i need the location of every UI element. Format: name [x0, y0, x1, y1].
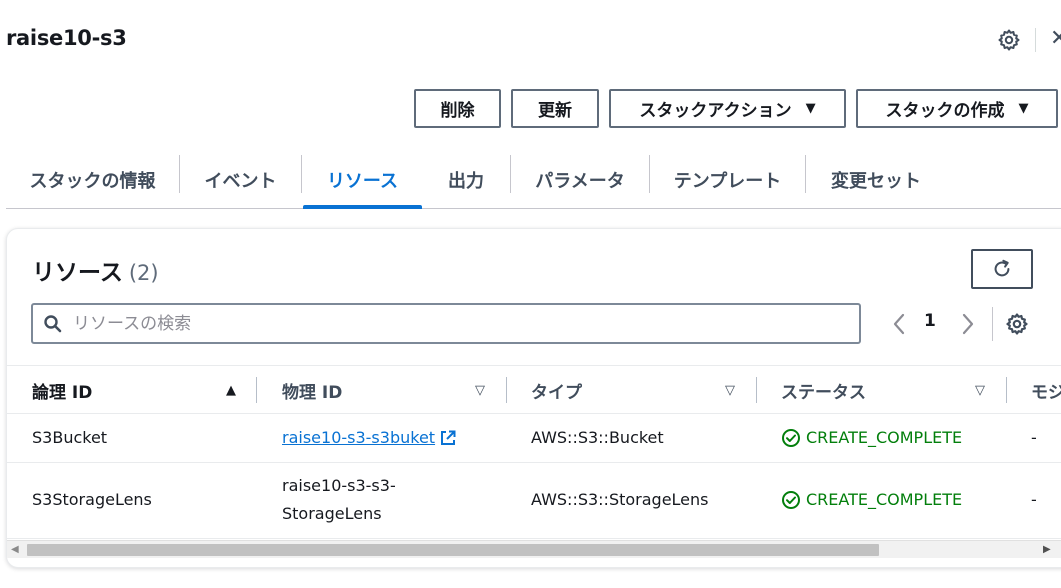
module-cell: - — [1031, 490, 1037, 509]
physical-id-line-2: StorageLens — [282, 504, 382, 523]
chevron-left-icon[interactable] — [888, 311, 910, 337]
status-cell: CREATE_COMPLETE — [781, 487, 962, 513]
delete-button[interactable]: 削除 — [414, 89, 501, 128]
physical-id-link-text: raise10-s3-s3buket — [282, 428, 436, 447]
tab-parameters[interactable]: パラメータ — [511, 152, 649, 208]
tab-template[interactable]: テンプレート — [650, 152, 805, 208]
sort-icon: ▽ — [475, 382, 485, 398]
horizontal-scrollbar[interactable]: ◀ ▶ — [7, 540, 1061, 558]
tab-resources[interactable]: リソース — [303, 152, 422, 209]
tab-divider — [301, 155, 302, 193]
logical-id-cell: S3StorageLens — [32, 490, 152, 509]
column-divider — [1006, 377, 1007, 403]
caret-down-icon: ▼ — [805, 101, 816, 116]
column-divider — [506, 377, 507, 403]
resources-heading-text: リソース — [32, 260, 123, 286]
pager-divider — [992, 307, 993, 341]
success-icon — [782, 491, 800, 509]
column-physical-id[interactable]: 物理 ID ▽ — [282, 366, 492, 414]
column-label: モジ — [1031, 382, 1061, 403]
column-type[interactable]: タイプ ▽ — [531, 366, 741, 414]
status-text: CREATE_COMPLETE — [806, 428, 963, 447]
update-button[interactable]: 更新 — [511, 89, 599, 128]
sort-ascending-icon: ▲ — [226, 382, 236, 398]
gear-icon[interactable] — [1005, 312, 1029, 336]
type-cell: AWS::S3::StorageLens — [531, 490, 709, 509]
module-cell: - — [1031, 428, 1037, 447]
refresh-button[interactable] — [971, 249, 1033, 289]
sort-icon: ▽ — [725, 382, 735, 398]
status-text: CREATE_COMPLETE — [806, 490, 963, 509]
success-icon — [782, 429, 800, 447]
tab-stack-info[interactable]: スタックの情報 — [6, 152, 179, 208]
resources-heading: リソース (2) — [32, 253, 159, 287]
table-row: S3StorageLens raise10-s3-s3- StorageLens… — [7, 463, 1061, 539]
sort-icon: ▽ — [975, 382, 985, 398]
status-cell: CREATE_COMPLETE — [781, 425, 962, 451]
column-label: ステータス — [781, 382, 866, 403]
logical-id-cell: S3Bucket — [32, 428, 108, 447]
column-label: タイプ — [531, 382, 582, 403]
page-number[interactable]: 1 — [924, 311, 936, 331]
tab-bar: スタックの情報 イベント リソース 出力 パラメータ テンプレート 変更セット — [6, 152, 1061, 209]
stack-actions-dropdown[interactable]: スタックアクション ▼ — [609, 89, 846, 128]
resources-panel: リソース(2) 1 論理 ID ▲ 物理 ID — [6, 228, 1061, 568]
column-label: 論理 ID — [32, 382, 93, 403]
tab-outputs[interactable]: 出力 — [422, 152, 510, 208]
chevron-right-icon[interactable] — [957, 311, 979, 337]
caret-down-icon: ▼ — [1018, 101, 1029, 116]
gear-icon[interactable] — [997, 28, 1021, 52]
scroll-right-icon[interactable]: ▶ — [1043, 544, 1051, 555]
column-logical-id[interactable]: 論理 ID ▲ — [32, 366, 247, 414]
update-button-label: 更新 — [538, 101, 572, 121]
stack-actions-label: スタックアクション — [639, 101, 792, 121]
scroll-left-icon[interactable]: ◀ — [11, 544, 19, 555]
tab-change-sets[interactable]: 変更セット — [806, 152, 946, 208]
type-cell: AWS::S3::Bucket — [531, 428, 664, 447]
search-field[interactable] — [31, 303, 861, 344]
header-divider — [1035, 28, 1036, 52]
column-divider — [756, 377, 757, 403]
external-link-icon — [441, 430, 456, 445]
search-input[interactable] — [73, 305, 859, 342]
scrollbar-thumb[interactable] — [27, 544, 879, 556]
resources-count: (2) — [128, 261, 159, 285]
table-row: S3Bucket raise10-s3-s3buket AWS::S3::Buc… — [7, 414, 1061, 463]
column-label: 物理 ID — [282, 382, 343, 403]
column-module[interactable]: モジ — [1031, 366, 1061, 414]
table-header: 論理 ID ▲ 物理 ID ▽ タイプ ▽ ステータス ▽ モジ — [7, 365, 1061, 414]
create-stack-label: スタックの作成 — [885, 101, 1005, 121]
search-icon — [33, 305, 73, 342]
column-divider — [256, 377, 257, 403]
physical-id-link[interactable]: raise10-s3-s3buket — [282, 425, 457, 451]
page-title: raise10-s3 — [6, 26, 127, 50]
column-status[interactable]: ステータス ▽ — [781, 366, 991, 414]
tab-events[interactable]: イベント — [180, 152, 301, 208]
refresh-icon — [994, 259, 1010, 277]
delete-button-label: 削除 — [440, 101, 475, 121]
physical-id-line-1: raise10-s3-s3- — [282, 476, 396, 495]
create-stack-dropdown[interactable]: スタックの作成 ▼ — [856, 89, 1058, 128]
close-icon[interactable]: ✕ — [1050, 26, 1061, 52]
